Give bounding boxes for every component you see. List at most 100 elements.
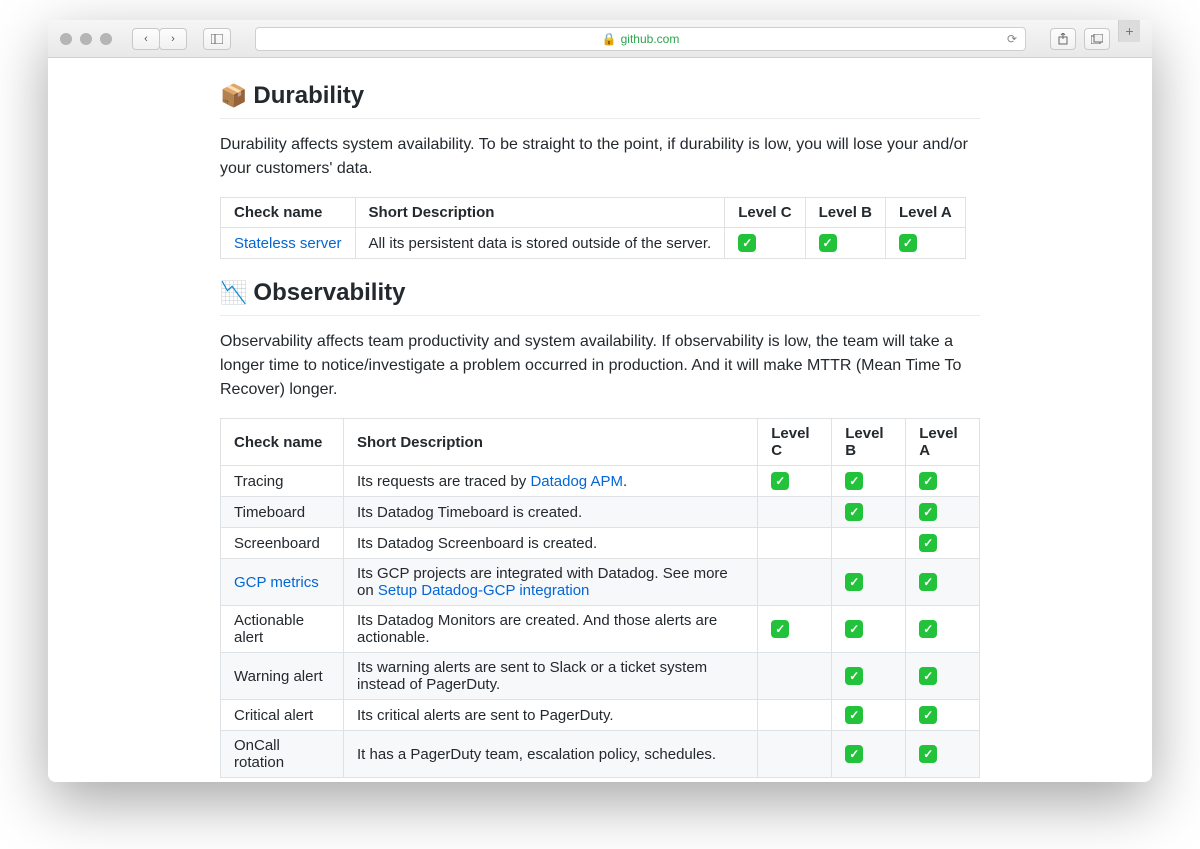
desc-link[interactable]: Setup Datadog-GCP integration <box>378 582 590 599</box>
level-cell: ✓ <box>832 731 906 778</box>
back-button[interactable]: ‹ <box>132 28 160 50</box>
level-cell: ✓ <box>885 228 965 259</box>
table-header: Level B <box>832 419 906 466</box>
check-icon: ✓ <box>899 234 917 252</box>
check-icon: ✓ <box>919 503 937 521</box>
sidebar-toggle-button[interactable] <box>203 28 231 50</box>
tabs-button[interactable] <box>1084 28 1110 50</box>
check-icon: ✓ <box>771 472 789 490</box>
table-header: Short Description <box>344 419 758 466</box>
check-name-cell: Screenboard <box>221 528 344 559</box>
table-row: TracingIts requests are traced by Datado… <box>221 466 980 497</box>
table-row: ScreenboardIts Datadog Screenboard is cr… <box>221 528 980 559</box>
level-cell: ✓ <box>906 466 980 497</box>
check-desc-cell: Its GCP projects are integrated with Dat… <box>344 559 758 606</box>
address-bar[interactable]: 🔒 github.com ⟳ <box>255 27 1026 51</box>
check-desc-cell: Its Datadog Screenboard is created. <box>344 528 758 559</box>
level-cell <box>758 559 832 606</box>
table-row: Warning alertIts warning alerts are sent… <box>221 653 980 700</box>
check-name-cell: GCP metrics <box>221 559 344 606</box>
table-row: Stateless server All its persistent data … <box>221 228 966 259</box>
check-icon: ✓ <box>771 620 789 638</box>
level-cell: ✓ <box>832 700 906 731</box>
safari-window: ‹ › 🔒 github.com ⟳ + 📦 Durability Durabil… <box>48 20 1152 782</box>
check-desc-cell: All its persistent data is stored outsid… <box>355 228 725 259</box>
level-cell: ✓ <box>725 228 805 259</box>
toolbar-right <box>1050 28 1110 50</box>
level-cell <box>832 528 906 559</box>
table-header: Level A <box>906 419 980 466</box>
check-desc-cell: Its Datadog Timeboard is created. <box>344 497 758 528</box>
section-heading: 📉 Observability <box>220 279 980 316</box>
lock-icon: 🔒 <box>602 32 617 46</box>
check-name-link[interactable]: GCP metrics <box>234 574 319 591</box>
level-cell: ✓ <box>906 653 980 700</box>
nav-buttons: ‹ › <box>132 28 187 50</box>
check-name-cell: Stateless server <box>221 228 356 259</box>
check-icon: ✓ <box>919 667 937 685</box>
section-description: Observability affects team productivity … <box>220 330 980 402</box>
level-cell: ✓ <box>832 497 906 528</box>
table-header: Level C <box>758 419 832 466</box>
table-header: Level A <box>885 198 965 228</box>
level-cell: ✓ <box>906 700 980 731</box>
check-icon: ✓ <box>845 503 863 521</box>
check-icon: ✓ <box>845 620 863 638</box>
section-emoji: 📦 <box>220 83 247 109</box>
level-cell: ✓ <box>832 653 906 700</box>
new-tab-button[interactable]: + <box>1118 20 1140 42</box>
titlebar: ‹ › 🔒 github.com ⟳ + <box>48 20 1152 58</box>
level-cell <box>758 700 832 731</box>
level-cell: ✓ <box>758 606 832 653</box>
check-desc-cell: Its warning alerts are sent to Slack or … <box>344 653 758 700</box>
level-cell: ✓ <box>906 731 980 778</box>
table-header: Check name <box>221 198 356 228</box>
zoom-window-button[interactable] <box>100 33 112 45</box>
section-emoji: 📉 <box>220 280 247 306</box>
check-name-cell: Warning alert <box>221 653 344 700</box>
table-row: Actionable alertIts Datadog Monitors are… <box>221 606 980 653</box>
check-name-link[interactable]: Stateless server <box>234 235 342 252</box>
check-name-cell: OnCall rotation <box>221 731 344 778</box>
table-header: Short Description <box>355 198 725 228</box>
check-icon: ✓ <box>845 573 863 591</box>
level-cell: ✓ <box>832 466 906 497</box>
window-controls <box>60 33 112 45</box>
check-name-cell: Timeboard <box>221 497 344 528</box>
level-cell: ✓ <box>832 606 906 653</box>
minimize-window-button[interactable] <box>80 33 92 45</box>
check-desc-cell: Its requests are traced by Datadog APM. <box>344 466 758 497</box>
section-description: Durability affects system availability. … <box>220 133 980 181</box>
level-cell <box>758 731 832 778</box>
check-desc-cell: Its Datadog Monitors are created. And th… <box>344 606 758 653</box>
check-icon: ✓ <box>738 234 756 252</box>
desc-link[interactable]: Datadog APM <box>530 473 623 490</box>
check-icon: ✓ <box>845 667 863 685</box>
check-icon: ✓ <box>919 706 937 724</box>
table-row: OnCall rotationIt has a PagerDuty team, … <box>221 731 980 778</box>
share-button[interactable] <box>1050 28 1076 50</box>
reload-button[interactable]: ⟳ <box>1007 32 1017 46</box>
check-icon: ✓ <box>919 534 937 552</box>
level-cell: ✓ <box>906 559 980 606</box>
forward-button[interactable]: › <box>159 28 187 50</box>
level-cell: ✓ <box>832 559 906 606</box>
check-name-cell: Critical alert <box>221 700 344 731</box>
close-window-button[interactable] <box>60 33 72 45</box>
table-row: GCP metrics Its GCP projects are integrat… <box>221 559 980 606</box>
check-icon: ✓ <box>845 745 863 763</box>
level-cell: ✓ <box>758 466 832 497</box>
readme: 📦 Durability Durability affects system av… <box>220 58 980 782</box>
check-icon: ✓ <box>919 620 937 638</box>
table-header: Check name <box>221 419 344 466</box>
check-icon: ✓ <box>845 706 863 724</box>
level-cell: ✓ <box>906 497 980 528</box>
check-name-cell: Actionable alert <box>221 606 344 653</box>
check-icon: ✓ <box>845 472 863 490</box>
check-icon: ✓ <box>919 745 937 763</box>
check-icon: ✓ <box>819 234 837 252</box>
table-header: Level B <box>805 198 885 228</box>
address-domain: github.com <box>621 32 680 46</box>
checklist-table: Check nameShort DescriptionLevel CLevel … <box>220 197 980 259</box>
section-heading: 📦 Durability <box>220 82 980 119</box>
